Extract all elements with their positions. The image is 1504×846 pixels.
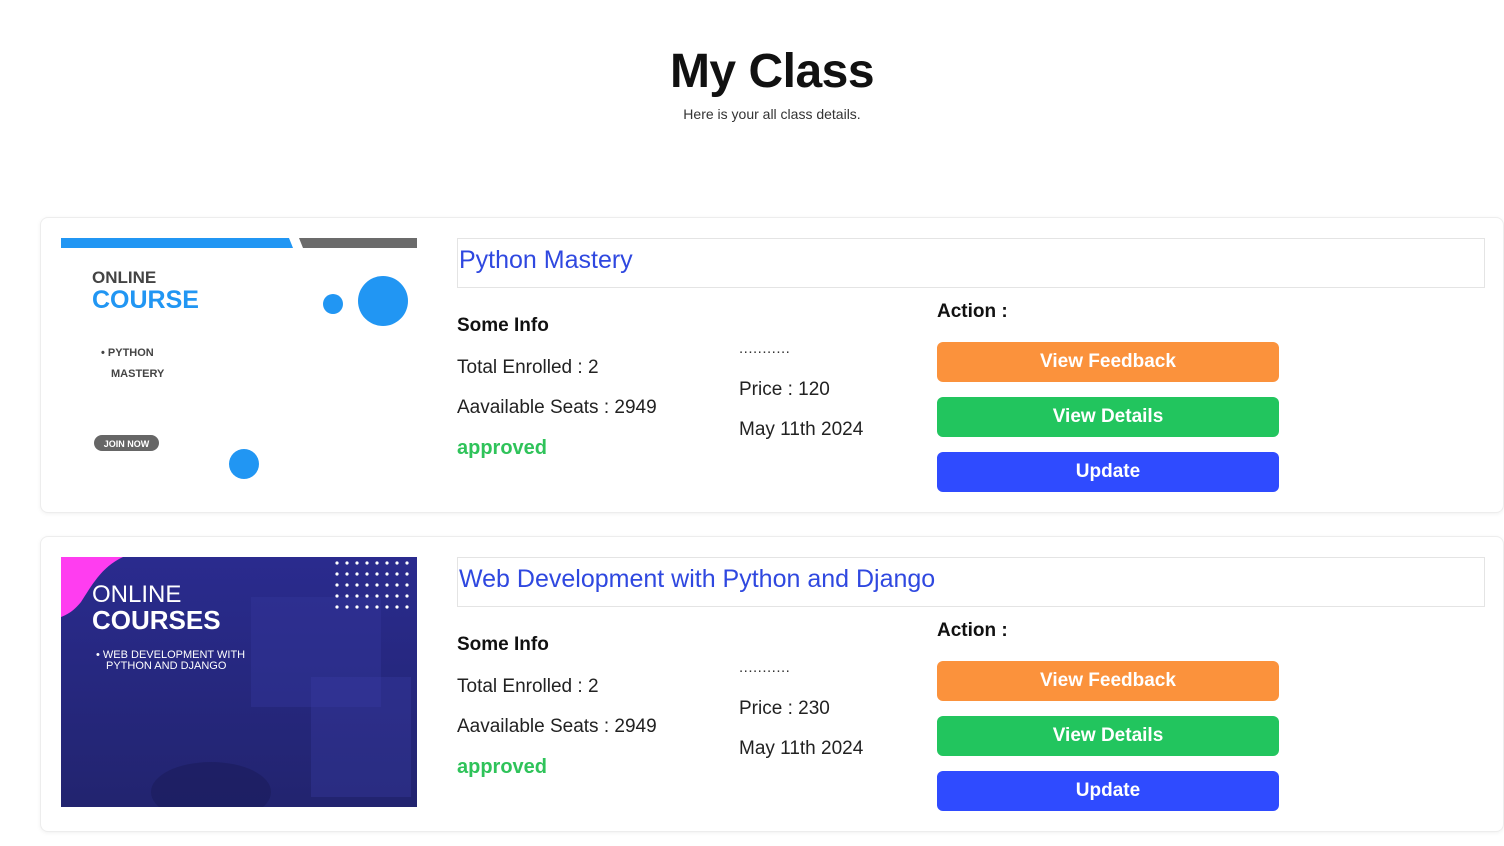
action-panel: Action : View Feedback View Details Upda… <box>937 300 1279 507</box>
update-button[interactable]: Update <box>937 452 1279 492</box>
price: Price : 230 <box>739 698 830 719</box>
page-header: My Class Here is your all class details. <box>0 44 1504 122</box>
class-meta: ........... Price : 230 May 11th 2024 <box>739 659 864 777</box>
thumb-line1: ONLINE <box>92 268 156 287</box>
date: May 11th 2024 <box>739 419 864 440</box>
status-label: approved <box>457 437 548 459</box>
page-subtitle: Here is your all class details. <box>683 106 861 122</box>
dots-separator: ........... <box>739 659 791 676</box>
action-panel: Action : View Feedback View Details Upda… <box>937 619 1279 826</box>
action-heading: Action : <box>937 301 1008 322</box>
class-thumbnail: ONLINE COURSE • PYTHON MASTERY JOIN NOW <box>61 238 417 488</box>
bottom-circle <box>229 449 259 479</box>
class-title: Web Development with Python and Django <box>459 565 936 593</box>
available-seats: Aavailable Seats : 2949 <box>457 716 657 737</box>
class-card: ONLINE COURSE • PYTHON MASTERY JOIN NOW … <box>40 217 1504 513</box>
thumb-bullet2: MASTERY <box>111 368 165 380</box>
notebook-shape <box>311 677 411 797</box>
class-card: ONLINE COURSES • WEB DEVELOPMENT WITH PY… <box>40 536 1504 832</box>
thumb-bullet1: • PYTHON <box>101 347 154 359</box>
date: May 11th 2024 <box>739 738 864 759</box>
dots-separator: ........... <box>739 340 791 357</box>
action-heading: Action : <box>937 620 1008 641</box>
thumb-bullet2: PYTHON AND DJANGO <box>106 660 227 672</box>
large-circle <box>358 276 408 326</box>
top-blue-bar <box>61 238 293 248</box>
class-title-box: Web Development with Python and Django <box>457 557 1485 607</box>
total-enrolled: Total Enrolled : 2 <box>457 357 599 378</box>
view-details-button[interactable]: View Details <box>937 716 1279 756</box>
class-title-box: Python Mastery <box>457 238 1485 288</box>
class-info: Some Info Total Enrolled : 2 Aavailable … <box>457 314 657 460</box>
view-feedback-button[interactable]: View Feedback <box>937 342 1279 382</box>
some-info-heading: Some Info <box>457 634 549 655</box>
update-button[interactable]: Update <box>937 771 1279 811</box>
class-meta: ........... Price : 120 May 11th 2024 <box>739 340 864 458</box>
thumb-line2: COURSES <box>92 605 221 635</box>
thumb-line2: COURSE <box>92 286 199 314</box>
view-details-button[interactable]: View Details <box>937 397 1279 437</box>
available-seats: Aavailable Seats : 2949 <box>457 397 657 418</box>
small-circle <box>323 294 343 314</box>
course-thumbnail-image: ONLINE COURSE • PYTHON MASTERY JOIN NOW <box>61 238 417 488</box>
class-title: Python Mastery <box>459 246 633 274</box>
some-info-heading: Some Info <box>457 315 549 336</box>
course-thumbnail-image: ONLINE COURSES • WEB DEVELOPMENT WITH PY… <box>61 557 417 807</box>
price: Price : 120 <box>739 379 830 400</box>
thumb-line1: ONLINE <box>92 581 181 608</box>
class-info: Some Info Total Enrolled : 2 Aavailable … <box>457 633 657 779</box>
view-feedback-button[interactable]: View Feedback <box>937 661 1279 701</box>
status-label: approved <box>457 756 548 778</box>
page-title: My Class <box>669 45 875 98</box>
join-now-label: JOIN NOW <box>104 439 150 449</box>
top-gray-bar <box>299 238 417 248</box>
total-enrolled: Total Enrolled : 2 <box>457 676 599 697</box>
class-thumbnail: ONLINE COURSES • WEB DEVELOPMENT WITH PY… <box>61 557 417 807</box>
